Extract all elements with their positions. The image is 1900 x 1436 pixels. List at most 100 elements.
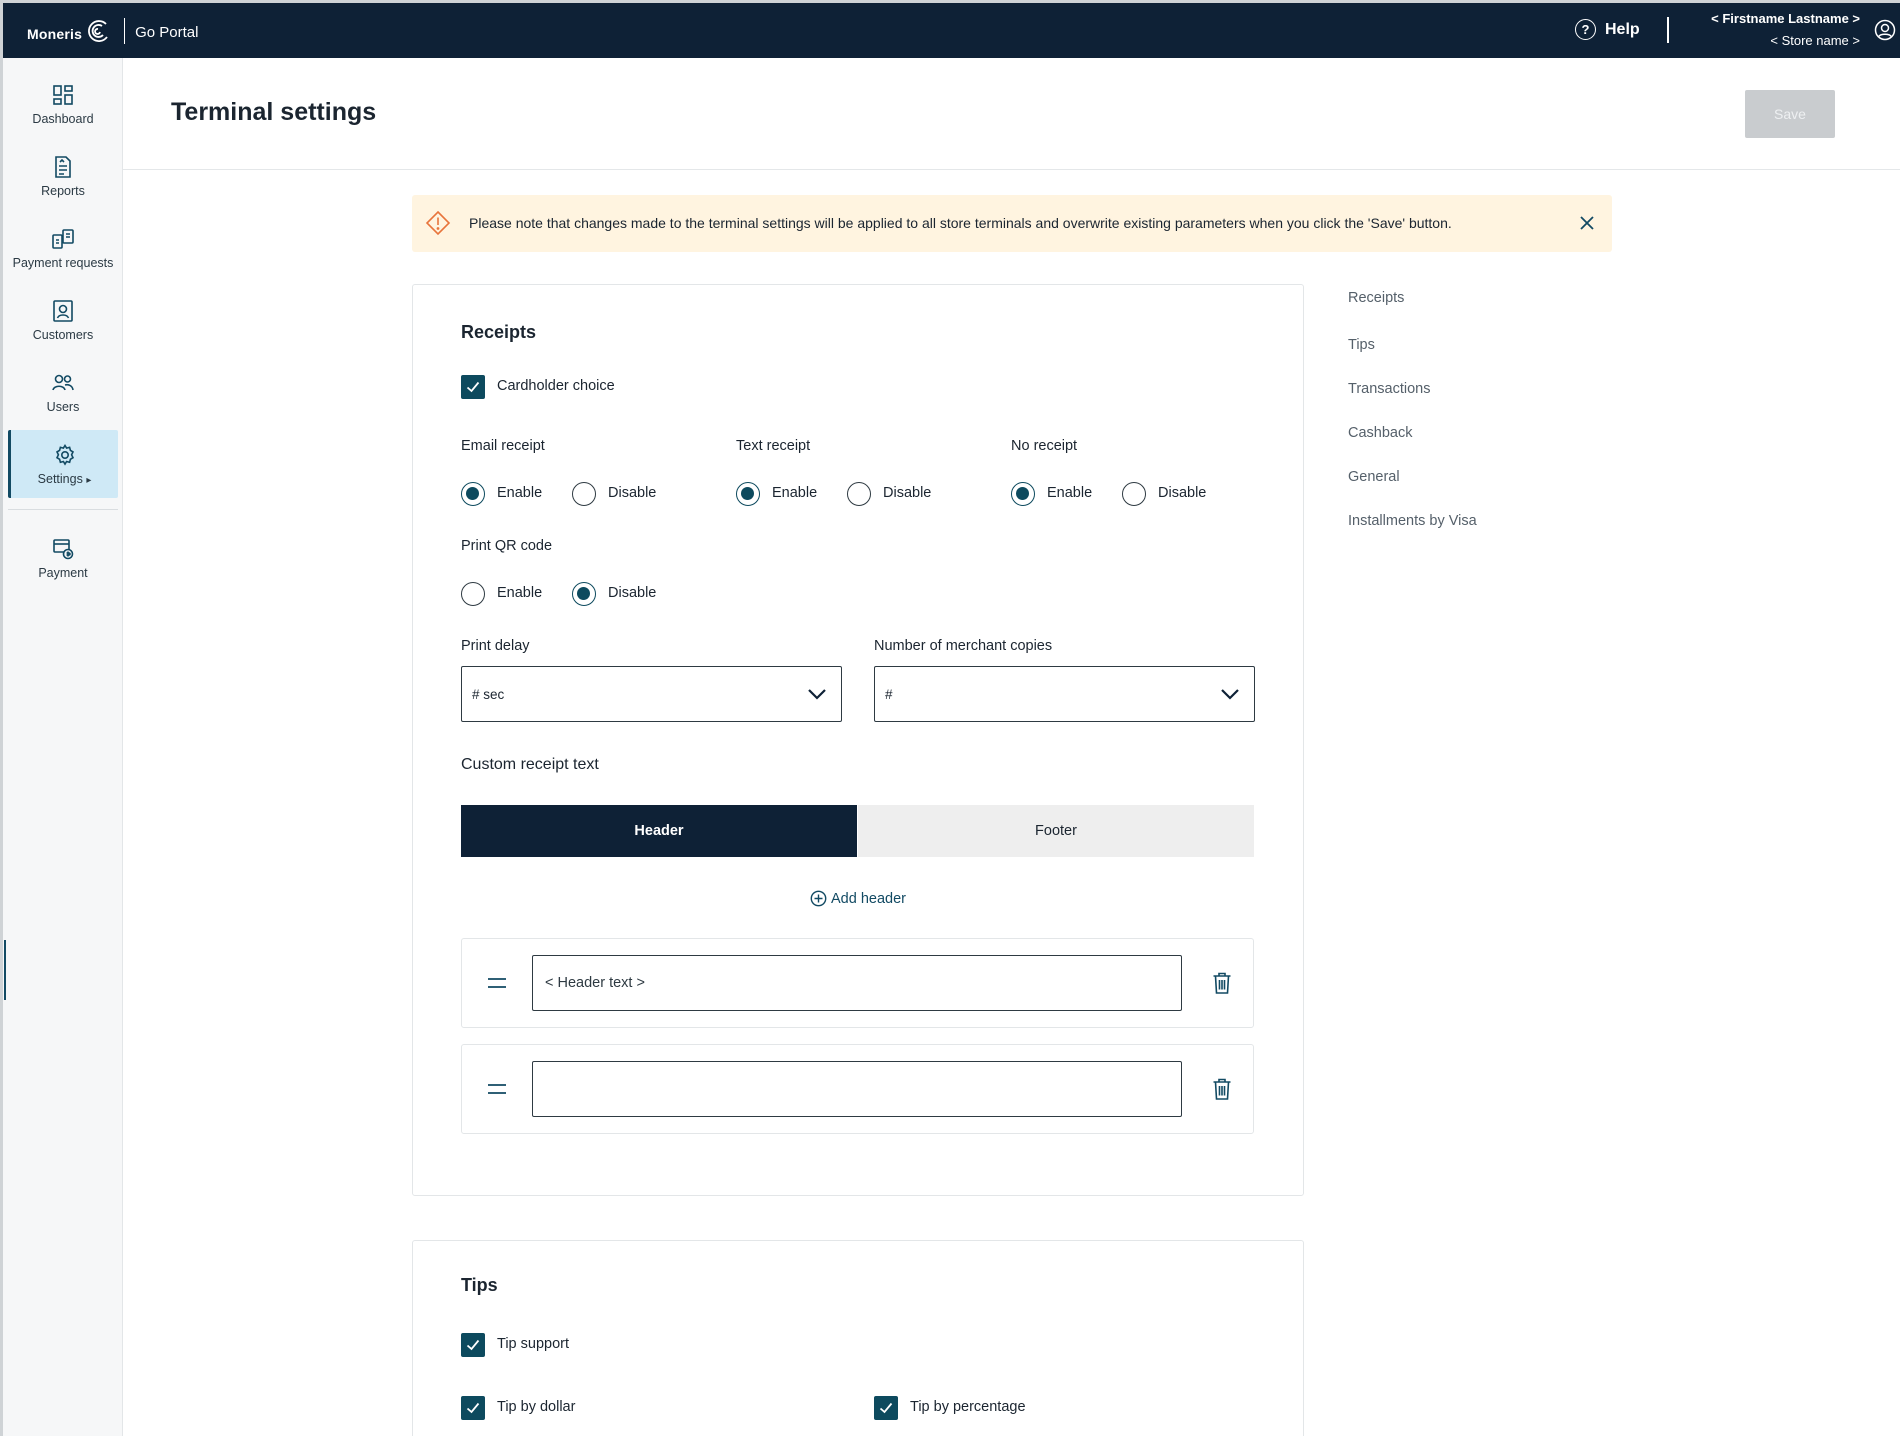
sidebar-item-payment-requests[interactable]: Payment requests	[8, 214, 118, 282]
payment-icon	[53, 538, 74, 559]
sidebar-item-label: Customers	[32, 327, 94, 342]
brand[interactable]: Moneris Go Portal	[27, 17, 198, 45]
anchor-transactions[interactable]: Transactions	[1348, 381, 1430, 397]
text-receipt-enable-radio[interactable]	[736, 482, 760, 506]
anchor-general[interactable]: General	[1348, 469, 1400, 485]
header-text-input[interactable]	[532, 955, 1182, 1011]
add-header-label: Add header	[831, 890, 906, 907]
cardholder-choice-checkbox[interactable]	[461, 375, 485, 399]
topbar-divider	[1667, 17, 1669, 43]
select-value: #	[885, 687, 893, 702]
close-icon[interactable]	[1578, 214, 1596, 232]
tip-support-checkbox[interactable]	[461, 1333, 485, 1357]
help-icon: ?	[1575, 19, 1596, 40]
radio-label: Disable	[1158, 485, 1207, 501]
tip-by-dollar-label: Tip by dollar	[497, 1399, 576, 1415]
header-text-input[interactable]	[532, 1061, 1182, 1117]
help-label: Help	[1605, 20, 1640, 38]
select-value: # sec	[472, 687, 505, 702]
merchant-copies-label: Number of merchant copies	[874, 638, 1053, 654]
receipts-card: Receipts Cardholder choice Email receipt…	[412, 284, 1304, 1196]
chevron-down-icon	[1221, 689, 1239, 700]
sidebar-item-label: Dashboard	[32, 111, 94, 126]
sidebar-item-label: Settings ▸	[37, 471, 92, 486]
anchor-tips[interactable]: Tips	[1348, 337, 1375, 353]
dashboard-icon	[53, 84, 73, 105]
print-qr-enable-radio[interactable]	[461, 582, 485, 606]
email-receipt-disable-radio[interactable]	[572, 482, 596, 506]
save-button[interactable]: Save	[1745, 90, 1835, 138]
settings-icon	[55, 443, 74, 466]
top-bar: Moneris Go Portal ? Help < Firstname Las…	[3, 3, 1900, 58]
radio-label: Enable	[497, 485, 543, 501]
print-delay-select[interactable]: # sec	[461, 666, 842, 722]
no-receipt-enable-radio[interactable]	[1011, 482, 1035, 506]
print-delay-label: Print delay	[461, 638, 530, 654]
sidebar: Dashboard Reports Payment requests Custo…	[3, 58, 123, 1436]
print-qr-disable-radio[interactable]	[572, 582, 596, 606]
header-divider	[123, 169, 1900, 170]
merchant-copies-select[interactable]: #	[874, 666, 1255, 722]
tip-by-dollar-checkbox[interactable]	[461, 1396, 485, 1420]
no-receipt-label: No receipt	[1011, 438, 1078, 454]
reports-icon	[55, 155, 71, 178]
checkmark-icon	[466, 381, 480, 393]
warning-icon	[425, 210, 451, 236]
trash-icon[interactable]	[1212, 971, 1232, 995]
users-icon	[52, 374, 74, 390]
help-button[interactable]: ? Help	[1575, 19, 1640, 40]
text-receipt-label: Text receipt	[736, 438, 811, 454]
sidebar-item-dashboard[interactable]: Dashboard	[8, 70, 118, 138]
store-name[interactable]: < Store name >	[1770, 33, 1860, 48]
radio-label: Disable	[608, 485, 657, 501]
tip-by-percentage-checkbox[interactable]	[874, 1396, 898, 1420]
checkmark-icon	[466, 1402, 480, 1414]
alert-message: Please note that changes made to the ter…	[469, 215, 1452, 231]
sidebar-item-label: Payment requests	[12, 255, 114, 270]
customers-icon	[53, 299, 73, 322]
chevron-right-icon: ▸	[86, 474, 92, 486]
sidebar-item-label: Reports	[41, 183, 85, 198]
trash-icon[interactable]	[1212, 1077, 1232, 1101]
drag-handle-icon[interactable]	[487, 977, 507, 989]
print-qr-label: Print QR code	[461, 538, 553, 554]
email-receipt-label: Email receipt	[461, 438, 545, 454]
payment-requests-icon	[52, 228, 74, 249]
sidebar-item-reports[interactable]: Reports	[8, 142, 118, 210]
tab-footer[interactable]: Footer	[858, 805, 1254, 857]
sidebar-scroll-indicator[interactable]	[4, 940, 6, 1000]
sidebar-item-customers[interactable]: Customers	[8, 286, 118, 354]
chevron-down-icon	[808, 689, 826, 700]
tab-header[interactable]: Header	[461, 805, 857, 857]
anchor-installments-by-visa[interactable]: Installments by Visa	[1348, 513, 1477, 529]
moneris-logo-icon	[88, 20, 108, 42]
tip-by-percentage-label: Tip by percentage	[910, 1399, 1026, 1415]
tips-title: Tips	[461, 1275, 498, 1295]
no-receipt-disable-radio[interactable]	[1122, 482, 1146, 506]
plus-circle-icon	[810, 890, 827, 907]
moneris-logo-text: Moneris	[27, 26, 83, 42]
sidebar-item-settings[interactable]: Settings ▸	[8, 430, 118, 498]
tip-support-label: Tip support	[497, 1336, 569, 1352]
email-receipt-enable-radio[interactable]	[461, 482, 485, 506]
sidebar-item-payment[interactable]: Payment	[8, 524, 118, 592]
add-header-button[interactable]: Add header	[810, 890, 906, 907]
sidebar-item-label: Users	[46, 399, 80, 414]
text-receipt-disable-radio[interactable]	[847, 482, 871, 506]
profile-icon[interactable]	[1874, 19, 1896, 41]
radio-label: Enable	[497, 585, 543, 601]
anchor-receipts[interactable]: Receipts	[1348, 290, 1404, 306]
radio-label: Disable	[608, 585, 657, 601]
warning-alert: Please note that changes made to the ter…	[412, 195, 1612, 252]
checkmark-icon	[879, 1402, 893, 1414]
tips-card: Tips Tip support Tip by dollar Tip by pe…	[412, 1240, 1304, 1436]
drag-handle-icon[interactable]	[487, 1083, 507, 1095]
receipts-title: Receipts	[461, 322, 537, 342]
sidebar-item-users[interactable]: Users	[8, 358, 118, 426]
sidebar-divider	[8, 509, 118, 510]
anchor-cashback[interactable]: Cashback	[1348, 425, 1412, 441]
user-name[interactable]: < Firstname Lastname >	[1711, 11, 1860, 26]
header-row	[461, 1044, 1254, 1134]
radio-label: Enable	[1047, 485, 1093, 501]
sidebar-item-label: Payment	[38, 565, 88, 580]
